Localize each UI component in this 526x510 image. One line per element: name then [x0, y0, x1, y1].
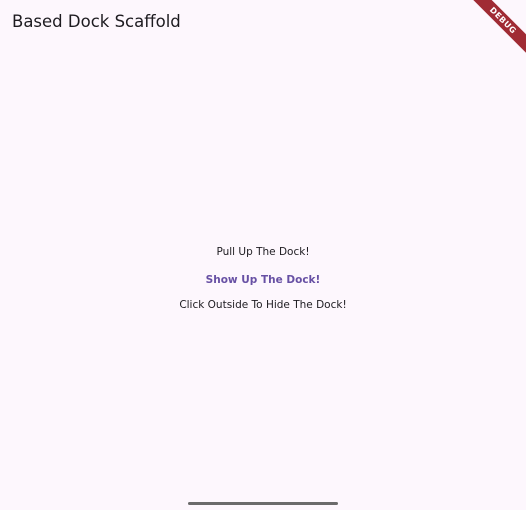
app-bar: Based Dock Scaffold [0, 0, 526, 44]
home-gesture-bar[interactable] [188, 502, 338, 505]
debug-ribbon: DEBUG [466, 0, 526, 60]
show-dock-button[interactable]: Show Up The Dock! [206, 271, 321, 289]
pull-up-hint: Pull Up The Dock! [216, 246, 310, 258]
hide-dock-hint: Click Outside To Hide The Dock! [179, 299, 347, 311]
debug-banner-label: DEBUG [466, 0, 526, 57]
dock-instructions: Pull Up The Dock! Show Up The Dock! Clic… [0, 243, 526, 314]
page-title: Based Dock Scaffold [12, 12, 181, 31]
